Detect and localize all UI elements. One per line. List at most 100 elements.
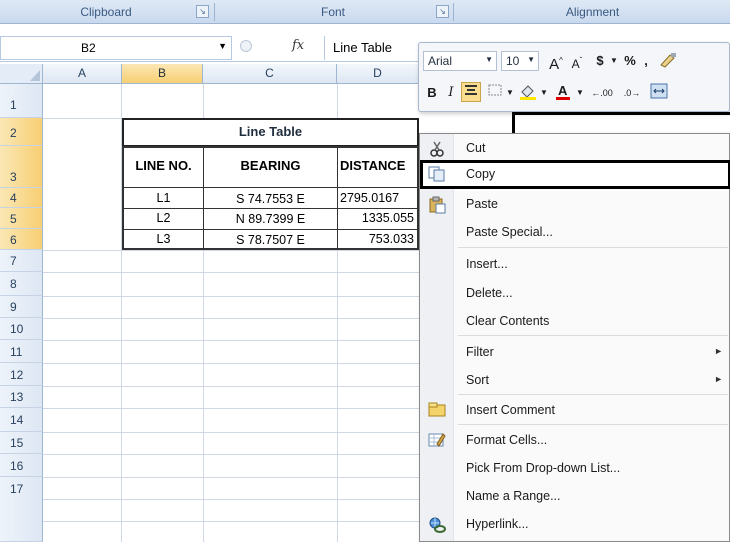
row-header-3[interactable]: 3 bbox=[0, 146, 43, 188]
row-header-14[interactable]: 14 bbox=[0, 408, 43, 432]
column-header-b[interactable]: B bbox=[122, 64, 203, 84]
formula-buttons: fx bbox=[234, 36, 324, 60]
header-line-no[interactable]: LINE NO. bbox=[124, 158, 203, 173]
decrease-decimal-button[interactable]: .0→ bbox=[619, 83, 645, 103]
clipboard-launcher-icon[interactable]: ↘ bbox=[196, 5, 209, 18]
cell-distance[interactable]: 1335.055 bbox=[338, 211, 418, 225]
fill-color-icon[interactable] bbox=[517, 83, 539, 103]
grid-line bbox=[43, 363, 419, 364]
table-title-cell[interactable]: Line Table bbox=[122, 118, 419, 146]
menu-item-copy[interactable]: Copy bbox=[420, 160, 730, 189]
shrink-font-button[interactable]: Aˇ bbox=[569, 51, 585, 71]
row-header-15[interactable]: 15 bbox=[0, 432, 43, 454]
merge-center-icon[interactable] bbox=[649, 83, 669, 103]
percent-button[interactable]: % bbox=[623, 51, 637, 71]
increase-decimal-button[interactable]: ←.00 bbox=[589, 83, 615, 103]
row-header-13[interactable]: 13 bbox=[0, 386, 43, 408]
insert-function-icon[interactable]: fx bbox=[292, 38, 304, 53]
chevron-down-icon[interactable]: ▼ bbox=[575, 83, 585, 103]
italic-button[interactable]: I bbox=[443, 83, 459, 103]
menu-item-paste[interactable]: Paste bbox=[420, 190, 730, 219]
format-painter-icon[interactable] bbox=[657, 51, 679, 71]
menu-item-paste-special[interactable]: Paste Special... bbox=[420, 218, 730, 247]
menu-item-insert[interactable]: Insert... bbox=[420, 250, 730, 279]
copy-marquee-frame bbox=[512, 112, 730, 134]
cell-bearing[interactable]: S 78.7507 E bbox=[204, 233, 337, 247]
table-divider bbox=[122, 229, 419, 230]
copy-icon bbox=[428, 166, 446, 182]
menu-item-name-range[interactable]: Name a Range... bbox=[420, 482, 730, 511]
row-header-7[interactable]: 7 bbox=[0, 250, 43, 272]
font-name-select[interactable]: Arial ▼ bbox=[423, 51, 497, 71]
row-header-8[interactable]: 8 bbox=[0, 272, 43, 296]
menu-item-hyperlink[interactable]: Hyperlink... bbox=[420, 510, 730, 539]
row-header-12[interactable]: 12 bbox=[0, 363, 43, 386]
menu-item-label: Insert... bbox=[466, 257, 508, 271]
name-box-value: B2 bbox=[81, 41, 96, 55]
chevron-down-icon[interactable]: ▼ bbox=[505, 83, 515, 103]
grid-line bbox=[43, 454, 419, 455]
menu-item-insert-comment[interactable]: Insert Comment bbox=[420, 396, 730, 425]
grid-line bbox=[43, 432, 419, 433]
select-all-corner[interactable] bbox=[0, 64, 43, 84]
mini-toolbar: Arial ▼ 10 ▼ A^ Aˇ $ ▼ % , B I ▼ ▼ A ▼ ←… bbox=[418, 42, 730, 112]
menu-item-sort[interactable]: Sort ► bbox=[420, 366, 730, 395]
comma-button[interactable]: , bbox=[641, 51, 651, 71]
grow-font-button[interactable]: A^ bbox=[547, 51, 565, 73]
cell-line[interactable]: L2 bbox=[124, 211, 203, 225]
font-size-select[interactable]: 10 ▼ bbox=[501, 51, 539, 71]
name-box[interactable]: B2 ▼ bbox=[0, 36, 232, 60]
grid-line bbox=[43, 318, 419, 319]
cancel-icon[interactable] bbox=[240, 40, 252, 52]
font-launcher-icon[interactable]: ↘ bbox=[436, 5, 449, 18]
row-header-10[interactable]: 10 bbox=[0, 318, 43, 340]
row-header-4[interactable]: 4 bbox=[0, 188, 43, 208]
chevron-down-icon[interactable]: ▼ bbox=[218, 41, 227, 51]
currency-button[interactable]: $ bbox=[593, 51, 607, 71]
row-header-5[interactable]: 5 bbox=[0, 208, 43, 229]
table-divider bbox=[122, 208, 419, 209]
borders-icon[interactable] bbox=[485, 83, 505, 103]
center-align-icon[interactable] bbox=[461, 82, 481, 102]
column-header-a[interactable]: A bbox=[43, 64, 122, 84]
format-cells-icon bbox=[428, 432, 446, 448]
row-header-11[interactable]: 11 bbox=[0, 340, 43, 363]
row-header-17[interactable]: 17 bbox=[0, 477, 43, 542]
font-color-icon[interactable]: A bbox=[553, 83, 573, 103]
row-header-1[interactable]: 1 bbox=[0, 84, 43, 118]
row-header-6[interactable]: 6 bbox=[0, 229, 43, 250]
bold-button[interactable]: B bbox=[423, 83, 441, 103]
chevron-down-icon[interactable]: ▼ bbox=[527, 55, 535, 64]
header-bearing[interactable]: BEARING bbox=[204, 158, 337, 173]
cell-line[interactable]: L1 bbox=[124, 191, 203, 205]
menu-item-format-cells[interactable]: Format Cells... bbox=[420, 426, 730, 455]
grid-line bbox=[43, 499, 419, 500]
chevron-down-icon[interactable]: ▼ bbox=[608, 51, 620, 71]
menu-item-pick-from-list[interactable]: Pick From Drop-down List... bbox=[420, 454, 730, 483]
cell-bearing[interactable]: N 89.7399 E bbox=[204, 212, 337, 226]
chevron-down-icon[interactable]: ▼ bbox=[539, 83, 549, 103]
menu-item-clear-contents[interactable]: Clear Contents bbox=[420, 307, 730, 336]
header-distance[interactable]: DISTANCE bbox=[338, 158, 418, 173]
cell-distance[interactable]: 753.033 bbox=[338, 232, 418, 246]
row-header-2[interactable]: 2 bbox=[0, 118, 43, 146]
menu-separator bbox=[458, 424, 728, 425]
menu-item-label: Name a Range... bbox=[466, 489, 561, 503]
cell-line[interactable]: L3 bbox=[124, 232, 203, 246]
column-header-d[interactable]: D bbox=[337, 64, 419, 84]
grow-font-icon: A bbox=[549, 56, 560, 73]
ribbon-separator bbox=[214, 3, 215, 21]
menu-item-label: Cut bbox=[466, 141, 486, 155]
row-header-16[interactable]: 16 bbox=[0, 454, 43, 477]
menu-item-cut[interactable]: Cut bbox=[420, 134, 730, 163]
chevron-down-icon[interactable]: ▼ bbox=[485, 55, 493, 64]
menu-item-filter[interactable]: Filter ► bbox=[420, 338, 730, 367]
menu-item-delete[interactable]: Delete... bbox=[420, 279, 730, 308]
cell-distance[interactable]: 2795.0167 bbox=[338, 191, 418, 205]
menu-item-label: Insert Comment bbox=[466, 403, 555, 417]
row-header-9[interactable]: 9 bbox=[0, 296, 43, 318]
submenu-arrow-icon: ► bbox=[714, 346, 723, 356]
grid-line bbox=[43, 477, 419, 478]
cell-bearing[interactable]: S 74.7553 E bbox=[204, 192, 337, 206]
column-header-c[interactable]: C bbox=[203, 64, 337, 84]
